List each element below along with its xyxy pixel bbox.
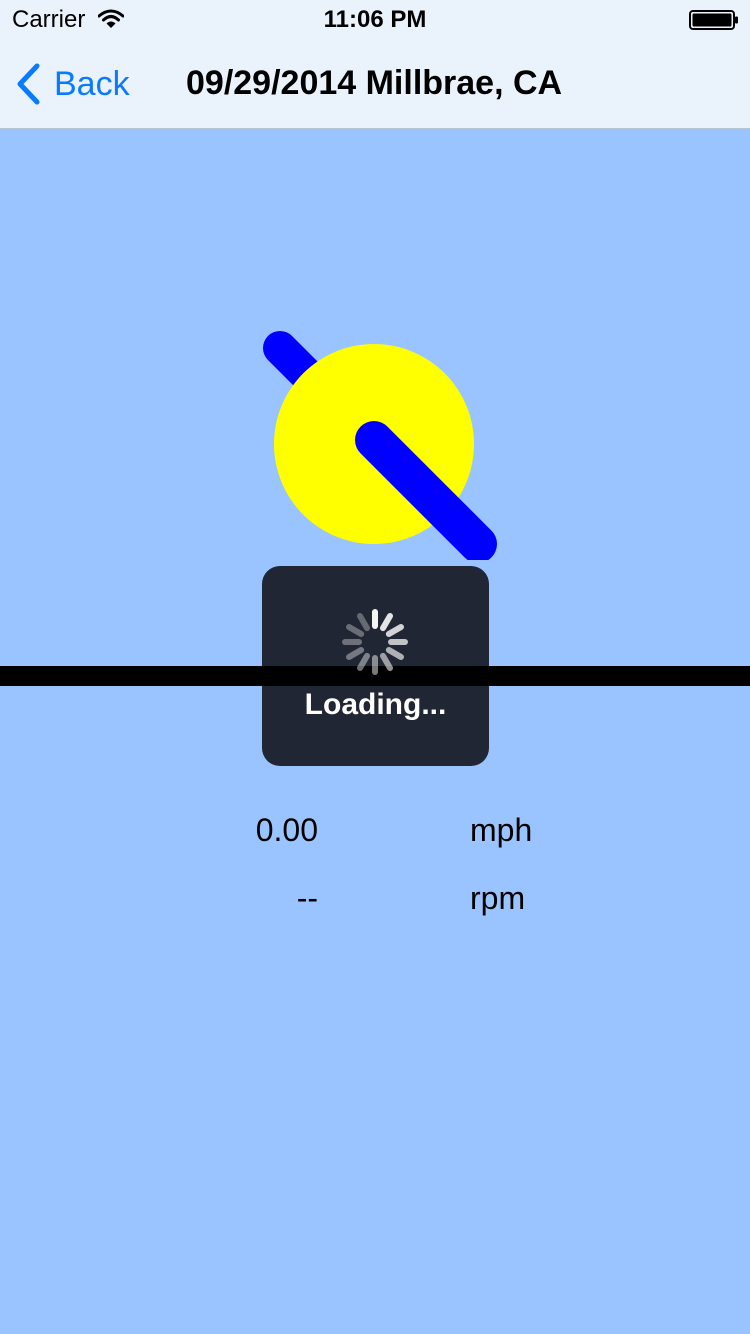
activity-spinner-icon xyxy=(342,609,408,675)
chevron-left-icon xyxy=(17,63,40,105)
page-title: 09/29/2014 Millbrae, CA xyxy=(186,64,563,102)
loading-label: Loading... xyxy=(304,688,447,721)
speed-unit: mph xyxy=(470,812,533,848)
battery-icon xyxy=(689,10,738,30)
screen: Carrier 11:06 PM Back 09/29/2014 Millbra… xyxy=(0,0,750,1334)
status-bar: Carrier 11:06 PM xyxy=(0,0,750,40)
rpm-value: -- xyxy=(296,880,318,916)
top-bar: Carrier 11:06 PM Back 09/29/2014 Millbra… xyxy=(0,0,750,129)
navigation-bar: Back 09/29/2014 Millbrae, CA xyxy=(0,40,750,128)
speed-gauge xyxy=(263,331,497,560)
status-time: 11:06 PM xyxy=(323,6,427,33)
rpm-unit: rpm xyxy=(470,880,526,916)
back-button-label: Back xyxy=(54,64,130,103)
back-button[interactable]: Back xyxy=(14,60,130,108)
speed-value: 0.00 xyxy=(255,812,318,848)
